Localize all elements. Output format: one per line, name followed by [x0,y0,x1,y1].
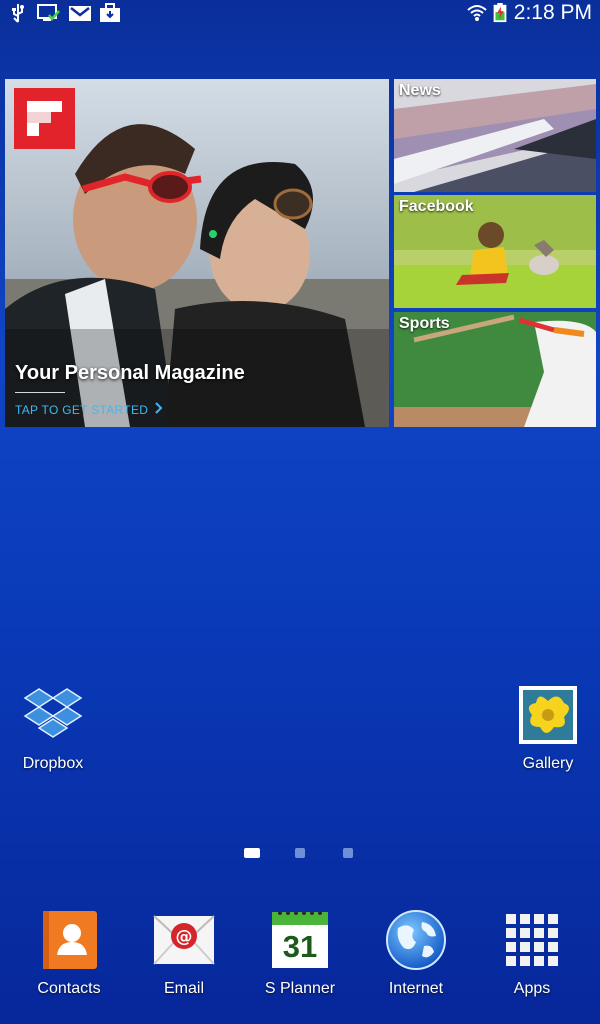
calendar-day: 31 [282,929,318,964]
dock-email[interactable]: @ Email [129,908,239,998]
get-started-link[interactable]: TAP TO GET STARTED [15,402,163,417]
tile-sports-label: Sports [399,315,450,332]
app-dropbox[interactable]: Dropbox [0,683,108,773]
clock: 2:18 PM [513,1,592,24]
dock-internet-label: Internet [388,980,444,997]
dock-contacts[interactable]: Contacts [14,908,124,998]
flipboard-headline: Your Personal Magazine [15,362,245,384]
status-bar: 2:18 PM [0,0,600,26]
tile-sports[interactable]: Sports [394,312,596,427]
flipboard-logo [14,88,75,149]
dock-s-planner-label: S Planner [264,980,336,997]
usb-icon [12,4,24,23]
dock-apps[interactable]: Apps [477,908,587,998]
chevron-right-icon [154,402,163,417]
flipboard-cover-tile[interactable]: Your Personal Magazine TAP TO GET STARTE… [5,79,389,427]
app-dropbox-label: Dropbox [22,755,84,772]
dock-contacts-label: Contacts [37,980,101,997]
email-icon: @ [153,915,215,965]
page-dot-2[interactable] [295,848,305,858]
apps-grid-icon [506,914,558,966]
battery-charging-icon [493,3,507,23]
dock-s-planner[interactable]: 31 S Planner [245,908,355,998]
app-gallery[interactable]: Gallery [493,683,600,773]
dock-email-label: Email [163,980,204,997]
dock-internet[interactable]: Internet [361,908,471,998]
bag-icon [100,3,120,22]
tile-facebook-label: Facebook [399,198,474,215]
get-started-label: TAP TO GET STARTED [15,402,149,417]
tile-news-label: News [399,82,441,99]
dropbox-icon [23,688,83,738]
page-dot-1[interactable] [244,848,260,858]
app-gallery-label: Gallery [522,755,574,772]
dock-apps-label: Apps [513,980,551,997]
headline-divider [15,392,65,393]
globe-icon [386,910,446,970]
tile-facebook[interactable]: Facebook [394,195,596,308]
svg-text:@: @ [176,927,193,947]
screen-sync-icon [37,4,60,21]
gmail-icon [69,6,91,21]
gallery-icon [519,686,577,744]
tile-news[interactable]: News [394,79,596,192]
wifi-icon [467,5,487,21]
page-dot-3[interactable] [343,848,353,858]
contacts-icon [43,911,97,969]
